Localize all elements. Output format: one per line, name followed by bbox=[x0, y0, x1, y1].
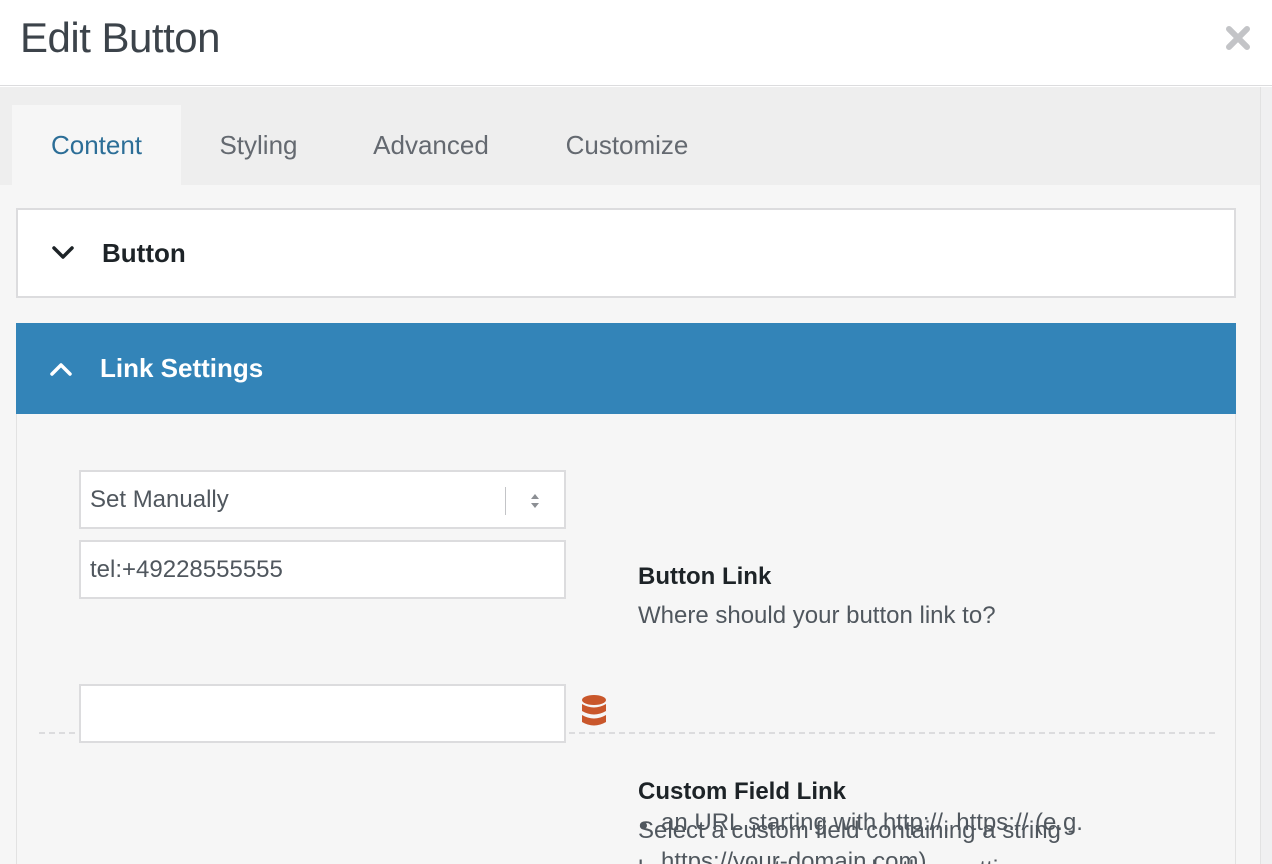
button-link-url-input[interactable]: tel:+49228555555 bbox=[79, 540, 566, 599]
close-button[interactable] bbox=[1218, 18, 1258, 58]
tab-bar: Content Styling Advanced Customize bbox=[0, 87, 1260, 185]
dialog-body: Content Styling Advanced Customize Butto… bbox=[0, 87, 1260, 864]
custom-field-link-bullet-1: an URL starting with http://, https:// (… bbox=[661, 809, 1083, 836]
tab-content[interactable]: Content bbox=[12, 105, 181, 185]
tab-styling[interactable]: Styling bbox=[181, 105, 336, 185]
dialog-header: Edit Button bbox=[0, 0, 1272, 86]
button-link-select-value: Set Manually bbox=[90, 485, 229, 513]
section-button-label: Button bbox=[102, 237, 186, 268]
section-button-header[interactable]: Button bbox=[16, 208, 1236, 298]
link-settings-body: Set Manually tel:+49228555555 Button Lin… bbox=[16, 414, 1236, 864]
button-link-description: Where should your button link to? bbox=[638, 602, 996, 629]
section-link-settings-header[interactable]: Link Settings bbox=[16, 323, 1236, 414]
close-icon bbox=[1226, 26, 1250, 50]
select-divider bbox=[505, 487, 506, 515]
section-link-settings-label: Link Settings bbox=[100, 353, 264, 383]
chevron-up-icon bbox=[44, 352, 78, 386]
bullet-dot bbox=[640, 822, 647, 829]
custom-field-link-bullet-1-cont: https://your-domain.com) bbox=[661, 848, 927, 864]
database-icon[interactable] bbox=[581, 694, 607, 728]
tab-customize[interactable]: Customize bbox=[526, 105, 728, 185]
button-link-title: Button Link bbox=[638, 563, 772, 590]
scrollbar[interactable] bbox=[1260, 87, 1272, 864]
custom-field-link-title: Custom Field Link bbox=[638, 778, 847, 805]
select-arrows-icon bbox=[531, 494, 539, 508]
dialog-title: Edit Button bbox=[20, 14, 220, 61]
tab-advanced[interactable]: Advanced bbox=[336, 105, 526, 185]
button-link-url-value: tel:+49228555555 bbox=[90, 555, 283, 583]
button-link-select[interactable]: Set Manually bbox=[79, 470, 566, 529]
chevron-down-icon bbox=[46, 236, 80, 270]
custom-field-link-input[interactable] bbox=[79, 684, 566, 743]
